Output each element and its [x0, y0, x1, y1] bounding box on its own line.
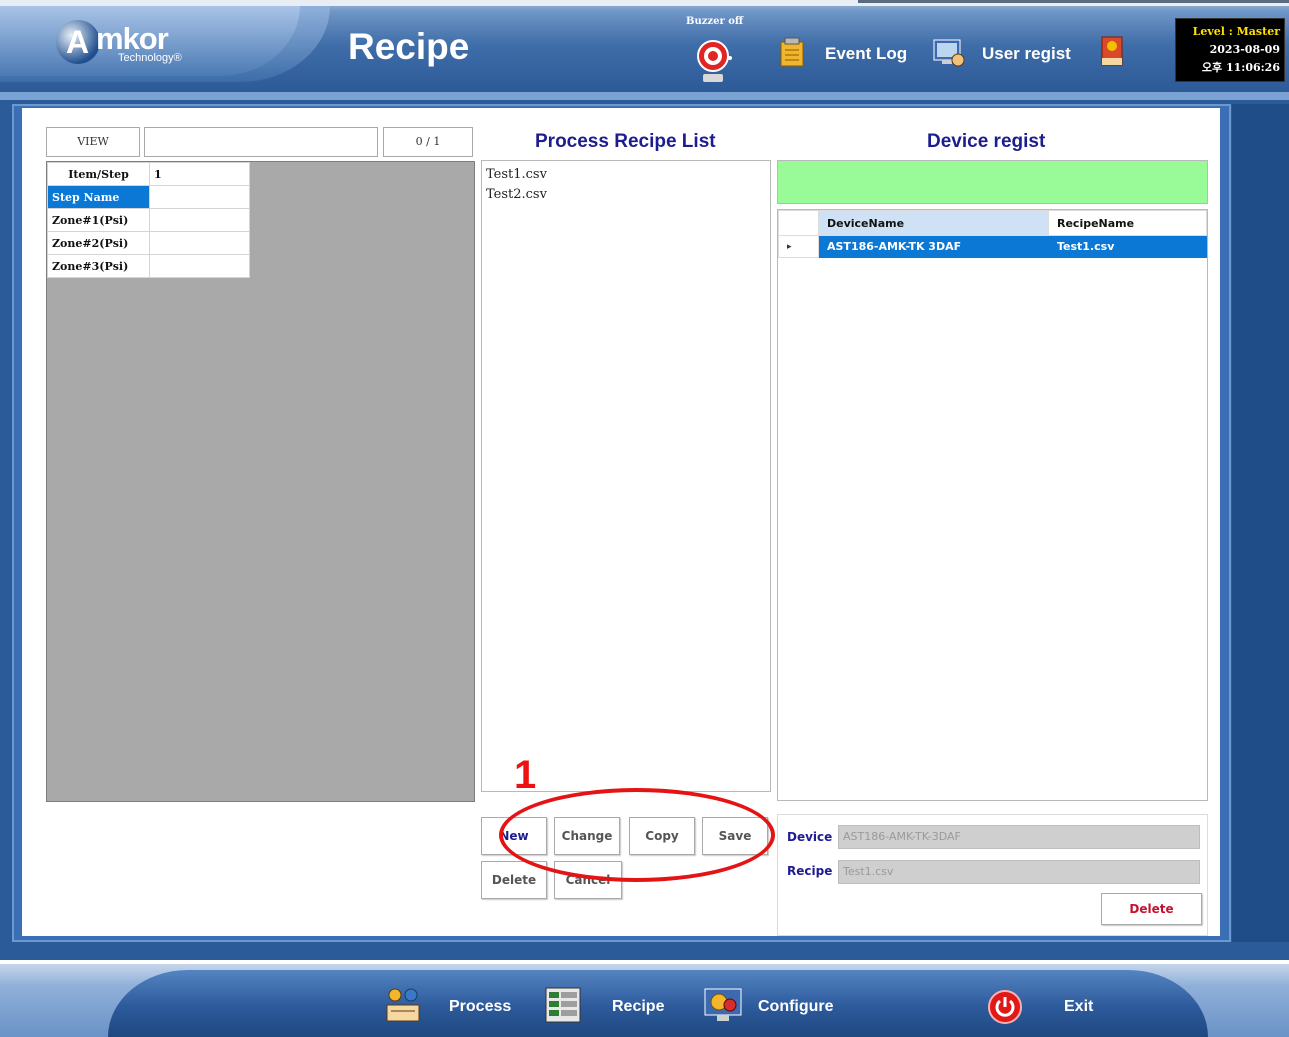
view-button[interactable]: VIEW [46, 127, 140, 157]
annotation-ring [499, 788, 775, 882]
device-regist-title: Device regist [927, 131, 1046, 152]
recipe-name-cell[interactable]: Test1.csv [1048, 235, 1207, 258]
status-box: Level : Master 2023-08-09 오후 11:06:26 [1175, 18, 1285, 82]
right-strip [1232, 104, 1289, 942]
recipe-label: Recipe [787, 864, 833, 878]
grid-cell[interactable] [149, 208, 250, 232]
buzzer-icon[interactable] [695, 38, 735, 84]
nav-recipe[interactable]: Recipe [612, 998, 664, 1016]
device-header-row: DeviceName RecipeName [778, 210, 1207, 236]
grid-header-row: Item/Step 1 [47, 162, 250, 186]
grid-cell[interactable] [149, 185, 250, 209]
grid-row[interactable]: Zone#1(Psi) [47, 208, 250, 232]
grid-row[interactable]: Zone#3(Psi) [47, 254, 250, 278]
user-regist-icon[interactable] [932, 36, 966, 70]
event-log-button[interactable]: Event Log [825, 44, 907, 64]
grid-row-label[interactable]: Zone#1(Psi) [47, 208, 150, 232]
recipe-field[interactable]: Test1.csv [838, 860, 1200, 884]
recipe-step-table[interactable]: Item/Step 1 Step Name Zone#1(Psi) Zone#2… [47, 162, 250, 278]
table-row[interactable]: ▸ AST186-AMK-TK 3DAF Test1.csv [778, 235, 1207, 258]
grid-cell[interactable] [149, 254, 250, 278]
logo-subtitle: Technology® [118, 52, 182, 64]
logo-initial: A [66, 24, 90, 60]
list-item[interactable]: Test2.csv [486, 185, 766, 205]
device-name-cell[interactable]: AST186-AMK-TK 3DAF [818, 235, 1049, 258]
current-date: 2023-08-09 [1209, 43, 1280, 56]
device-name-header[interactable]: DeviceName [818, 210, 1049, 236]
recipe-list[interactable]: Test1.csv Test2.csv [481, 160, 771, 792]
recipe-icon[interactable] [543, 985, 583, 1025]
row-indicator-icon: ▸ [778, 235, 819, 258]
power-icon[interactable] [988, 990, 1022, 1024]
page-title: Recipe [348, 26, 470, 67]
nav-process[interactable]: Process [449, 998, 511, 1016]
grid-row-label[interactable]: Step Name [47, 185, 150, 209]
buzzer-label: Buzzer off [686, 16, 744, 27]
grid-cell[interactable] [149, 231, 250, 255]
device-field[interactable]: AST186-AMK-TK-3DAF [838, 825, 1200, 849]
amkor-logo: A mkor Technology® [56, 20, 216, 70]
view-field[interactable] [144, 127, 378, 157]
delete-device-button[interactable]: Delete [1101, 893, 1202, 925]
device-status-banner [777, 160, 1208, 204]
grid-row[interactable]: Step Name [47, 185, 250, 209]
list-item[interactable]: Test1.csv [486, 165, 766, 185]
grid-row[interactable]: Zone#2(Psi) [47, 231, 250, 255]
grid-header-step: 1 [149, 162, 250, 186]
title-bar-edge-dark [858, 0, 1289, 3]
annotation-number: 1 [514, 753, 537, 797]
device-grid[interactable]: DeviceName RecipeName ▸ AST186-AMK-TK 3D… [777, 209, 1208, 801]
event-log-icon[interactable] [775, 36, 809, 70]
user-level: Level : Master [1192, 25, 1280, 38]
configure-icon[interactable] [703, 985, 743, 1025]
alarm-book-icon[interactable] [1096, 34, 1130, 68]
grid-header-item: Item/Step [47, 162, 150, 186]
device-table[interactable]: DeviceName RecipeName ▸ AST186-AMK-TK 3D… [778, 210, 1207, 258]
nav-exit[interactable]: Exit [1064, 998, 1093, 1016]
main-frame-highlight [0, 92, 1289, 100]
nav-configure[interactable]: Configure [758, 998, 834, 1016]
device-indicator-header [778, 210, 819, 236]
process-icon[interactable] [383, 985, 423, 1025]
grid-row-label[interactable]: Zone#2(Psi) [47, 231, 150, 255]
user-regist-button[interactable]: User regist [982, 44, 1071, 64]
page-counter: 0 / 1 [383, 127, 473, 157]
device-label: Device [787, 830, 833, 844]
recipe-list-title: Process Recipe List [535, 131, 716, 152]
current-time: 오후 11:06:26 [1201, 61, 1280, 74]
recipe-name-header[interactable]: RecipeName [1048, 210, 1207, 236]
grid-row-label[interactable]: Zone#3(Psi) [47, 254, 150, 278]
